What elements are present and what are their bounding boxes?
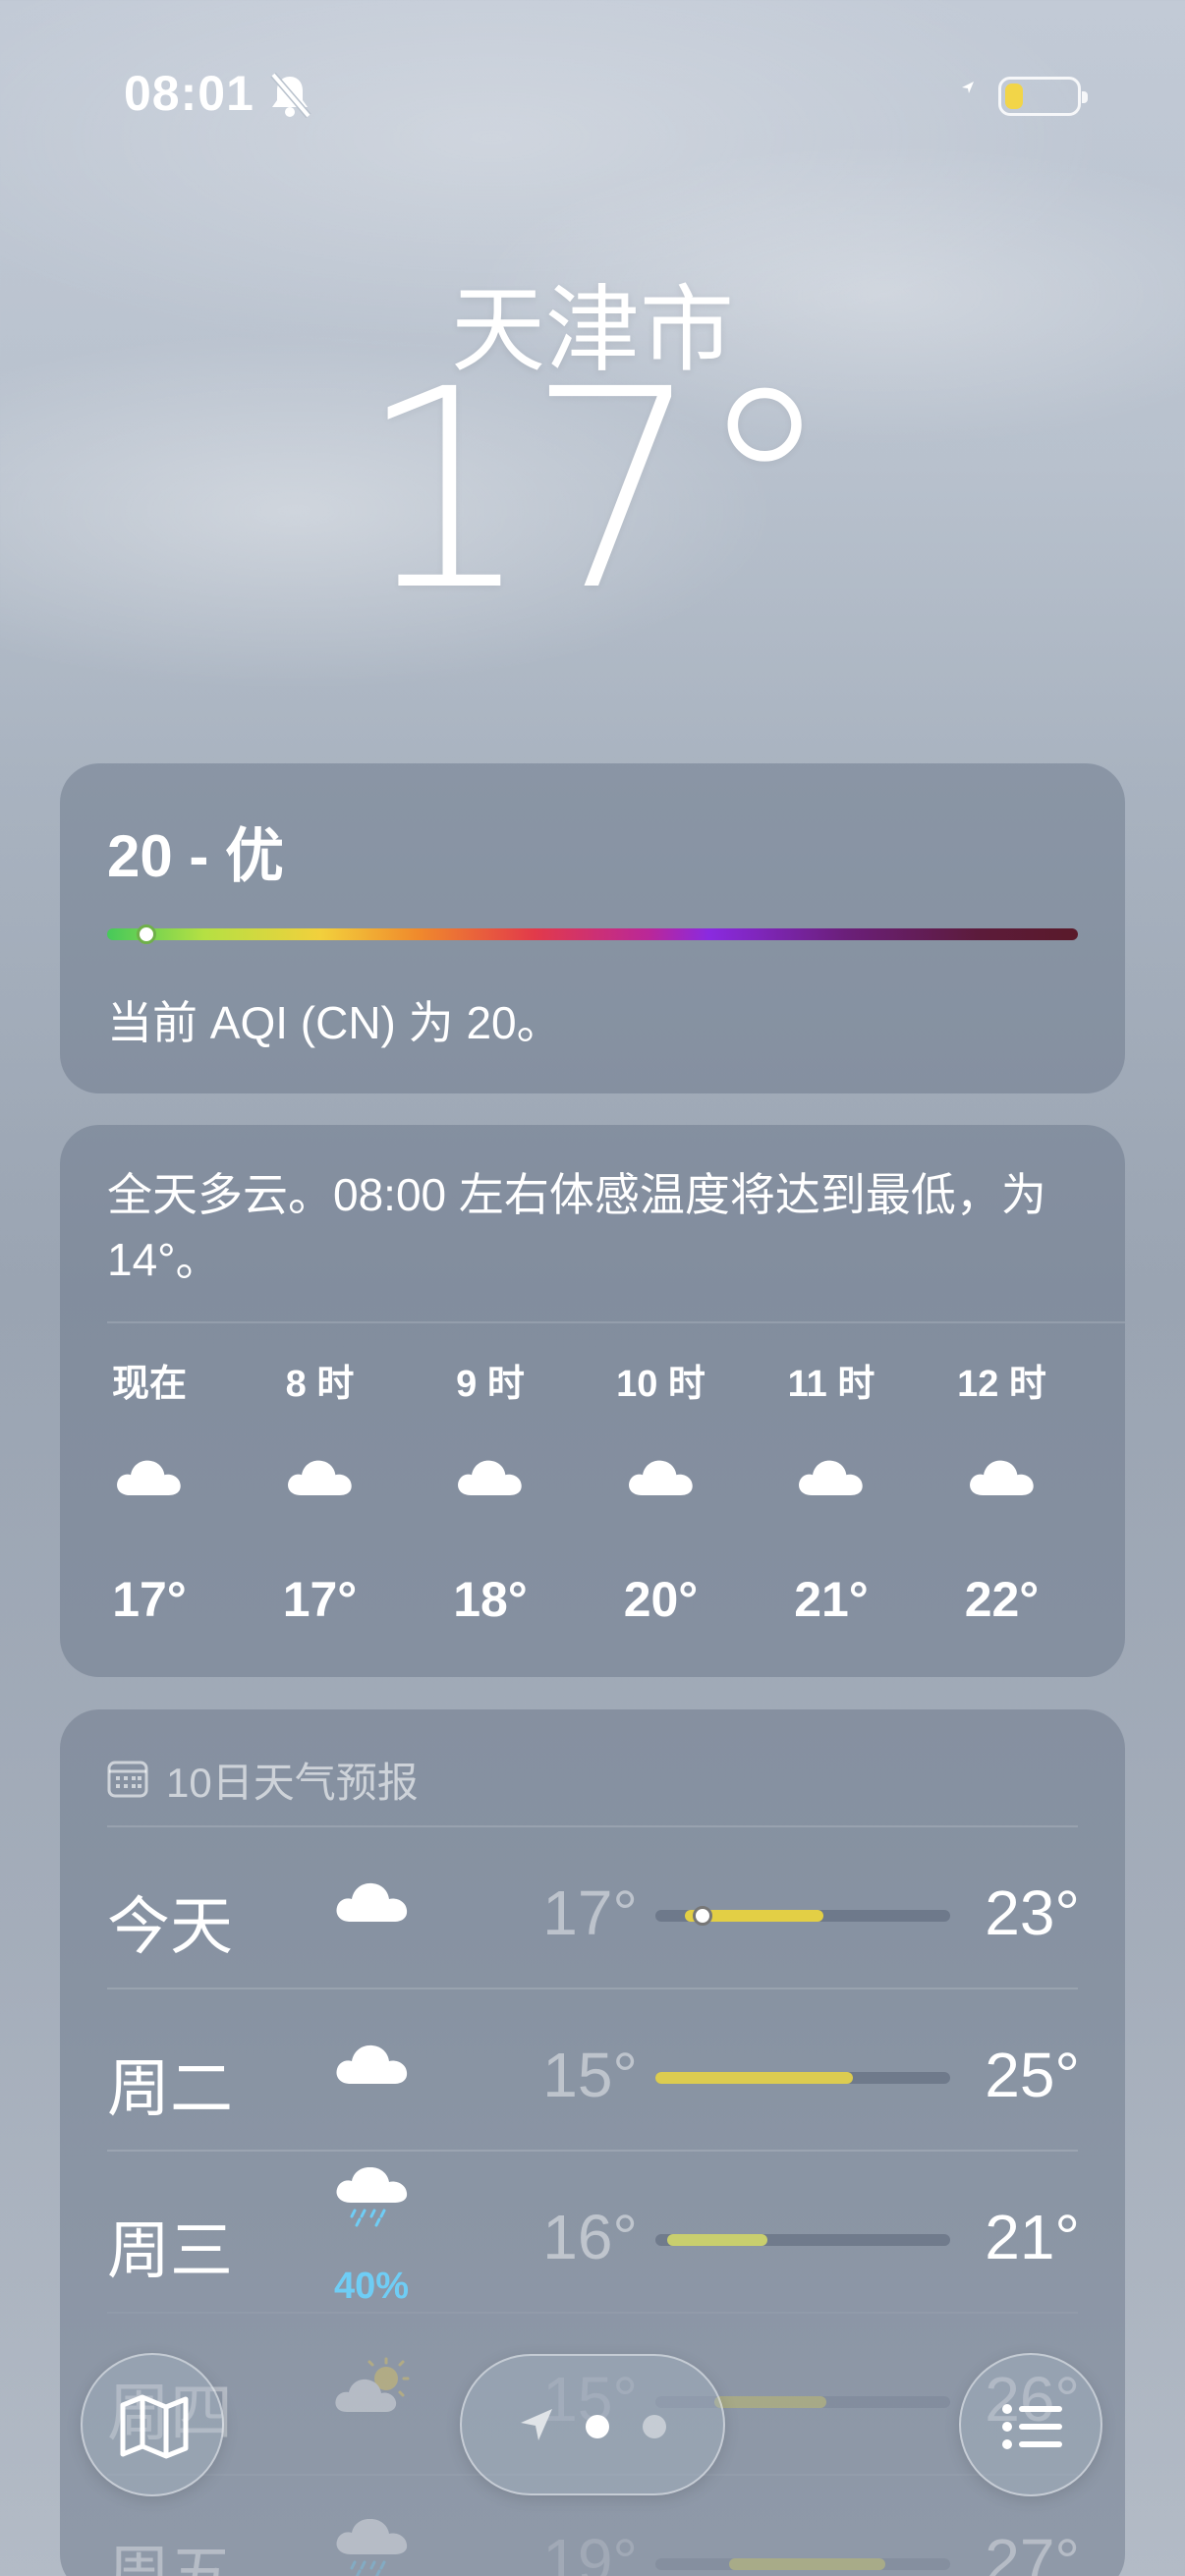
- hour-temperature: 18°: [453, 1572, 528, 1627]
- partly-sunny-icon: [335, 2357, 410, 2412]
- cloud-icon: [628, 1460, 693, 1495]
- page-dot[interactable]: [643, 2415, 666, 2438]
- page-indicator[interactable]: [460, 2354, 725, 2495]
- aqi-scale-bar: [107, 924, 1078, 944]
- day-name: 周五: [107, 2540, 233, 2576]
- hourly-forecast-card[interactable]: 全天多云。08:00 左右体感温度将达到最低，为 14°。 现在 17° 8 时 17…: [60, 1125, 1125, 1677]
- hour-column: 8 时 17°: [261, 1353, 379, 1628]
- temperature-range-track: [655, 1906, 950, 1926]
- high-temperature: 23°: [985, 1877, 1080, 1948]
- hour-label: 9 时: [456, 1364, 525, 1405]
- hourly-summary: 全天多云。08:00 左右体感温度将达到最低，为 14°。: [107, 1169, 1046, 1285]
- divider: [107, 1321, 1125, 1323]
- hour-temperature: 21°: [794, 1572, 869, 1627]
- forecast-row[interactable]: 周三 40% 16° 21°: [107, 2150, 1080, 2311]
- precipitation-chance: 40%: [333, 2266, 410, 2307]
- calendar-icon: [107, 1761, 148, 1798]
- high-temperature: 25°: [985, 2040, 1080, 2110]
- status-time: 08:01: [124, 66, 254, 121]
- low-temperature: 17°: [542, 1877, 638, 1948]
- temperature-range-bar: [655, 2072, 853, 2084]
- aqi-title: 20 - 优: [107, 823, 285, 889]
- cloud-rain-icon: [336, 2167, 408, 2227]
- hour-temperature: 17°: [282, 1572, 358, 1627]
- battery-icon: [998, 77, 1088, 116]
- map-icon: [120, 2394, 189, 2459]
- map-button[interactable]: [81, 2353, 224, 2496]
- list-icon: [1002, 2404, 1062, 2449]
- forecast-row[interactable]: 周二 15° 25°: [107, 1988, 1080, 2149]
- temperature-range-bar: [667, 2234, 767, 2246]
- page-dot-active[interactable]: [586, 2415, 609, 2438]
- cloud-icon: [799, 1460, 863, 1495]
- hour-label: 12 时: [957, 1364, 1046, 1405]
- day-name: 周三: [107, 2215, 233, 2286]
- hour-column: 11 时 21°: [772, 1353, 890, 1628]
- hour-label: 10 时: [616, 1364, 705, 1405]
- forecast-row[interactable]: 今天 17° 23°: [107, 1825, 1080, 1987]
- current-temperature: 17°: [357, 331, 833, 651]
- cloud-icon: [336, 1882, 408, 1922]
- hour-column: 9 时 18°: [431, 1353, 549, 1628]
- cloud-icon: [458, 1460, 522, 1495]
- forecast-title: 10日天气预报: [166, 1759, 419, 1806]
- high-temperature: 21°: [985, 2202, 1080, 2272]
- hour-label: 8 时: [285, 1364, 355, 1405]
- cloud-icon: [117, 1460, 181, 1495]
- location-arrow-icon[interactable]: [517, 2405, 556, 2444]
- hour-column: 10 时 20°: [602, 1353, 720, 1628]
- cloud-icon: [969, 1460, 1034, 1495]
- hour-label: 11 时: [787, 1364, 875, 1405]
- temperature-range-track: [655, 2558, 950, 2570]
- hour-column: 现在 17°: [90, 1353, 208, 1628]
- temperature-range-track: [655, 2234, 950, 2246]
- battery-fill: [1005, 84, 1023, 109]
- low-temperature: 15°: [542, 2040, 638, 2110]
- temperature-range-bar: [729, 2558, 885, 2570]
- hour-temperature: 22°: [964, 1572, 1040, 1627]
- cloud-icon: [287, 1460, 352, 1495]
- day-name: 今天: [107, 1891, 233, 1962]
- status-bar: 08:01: [0, 0, 1185, 147]
- hour-temperature: 20°: [623, 1572, 699, 1627]
- temperature-range-bar: [714, 2396, 826, 2408]
- high-temperature: 27°: [985, 2526, 1080, 2576]
- hour-label: 现在: [111, 1364, 187, 1405]
- list-button[interactable]: [959, 2353, 1102, 2496]
- temperature-range-track: [655, 2072, 950, 2084]
- location-indicator-icon: [962, 82, 974, 93]
- aqi-description: 当前 AQI (CN) 为 20。: [107, 997, 562, 1048]
- low-temperature: 16°: [542, 2202, 638, 2272]
- forecast-header: 10日天气预报: [107, 1755, 419, 1806]
- hour-column: 12 时 22°: [943, 1353, 1061, 1628]
- aqi-marker: [136, 924, 156, 944]
- aqi-card[interactable]: 20 - 优 当前 AQI (CN) 为 20。: [60, 763, 1125, 1093]
- low-temperature: 19°: [542, 2526, 638, 2576]
- cloud-rain-icon: [336, 2519, 408, 2576]
- bell-slash-icon: [270, 72, 311, 119]
- current-temperature-marker: [693, 1906, 712, 1926]
- day-name: 周二: [107, 2053, 233, 2124]
- cloud-icon: [336, 2044, 408, 2084]
- hour-temperature: 17°: [112, 1572, 187, 1627]
